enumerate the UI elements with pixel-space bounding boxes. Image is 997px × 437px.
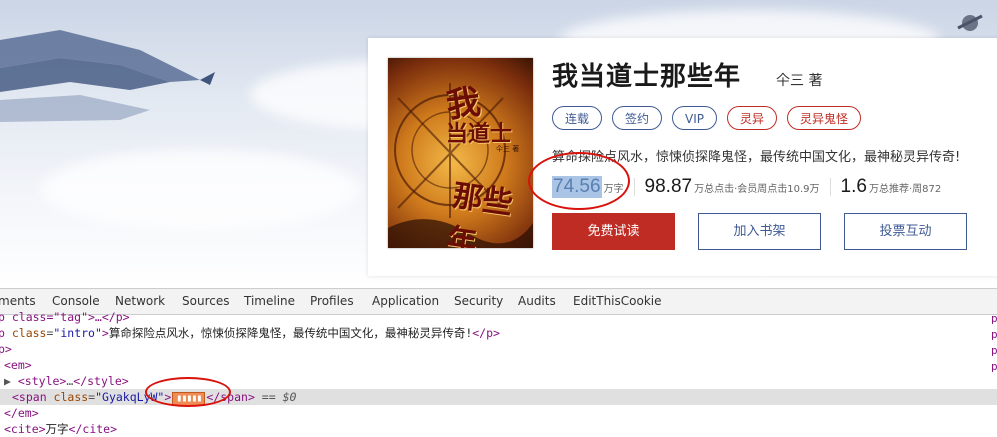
dom-text-node: 万字: [45, 422, 69, 436]
total-clicks-unit: 万总点击·会员周点击10.9万: [694, 184, 820, 195]
free-read-button[interactable]: 免费试读: [552, 213, 675, 250]
tab-timeline[interactable]: Timeline: [244, 294, 295, 308]
tab-profiles[interactable]: Profiles: [310, 294, 354, 308]
tab-editthiscookie[interactable]: EditThisCookie: [573, 294, 662, 308]
book-cover-image[interactable]: 我 当道士 那些年 仐三 著: [388, 58, 533, 248]
tab-network[interactable]: Network: [115, 294, 165, 308]
book-author[interactable]: 仐三 著: [776, 70, 822, 90]
console-ref: == $0: [254, 390, 297, 404]
dom-tag: <cite>: [4, 422, 46, 436]
tab-application[interactable]: Application: [372, 294, 439, 308]
devtools-panel: ments Console Network Sources Timeline P…: [0, 288, 997, 436]
styles-pane-edge: p: [991, 312, 997, 325]
dom-tag: <style>: [17, 374, 67, 388]
dom-tag: </p>: [472, 326, 500, 340]
banner-cloud: [40, 150, 360, 230]
dom-line[interactable]: p class="intro">算命探险点风水，惊悚侦探降鬼怪，最传统中国文化，…: [0, 325, 500, 341]
annotation-circle: [145, 377, 231, 407]
dom-line[interactable]: ▶ <style>…</style>: [4, 373, 129, 389]
book-tags: 连载 签约 VIP 灵异 灵异鬼怪: [552, 106, 862, 130]
dom-attr-value: "intro": [53, 326, 102, 340]
tag-signed[interactable]: 签约: [612, 106, 663, 130]
dom-tag: <em>: [4, 358, 32, 372]
dom-tag: p: [0, 326, 5, 340]
styles-pane-edge: p: [991, 344, 997, 357]
dom-tag: </style>: [73, 374, 129, 388]
recommend-unit: 万总推荐·周872: [868, 184, 942, 195]
dom-text-node: 算命探险点风水，惊悚侦探降鬼怪，最传统中国文化，最神秘灵异传奇!: [108, 326, 473, 340]
dom-attr-name: class: [53, 390, 89, 404]
tab-sources[interactable]: Sources: [182, 294, 229, 308]
cover-title-chars: 那些年: [444, 178, 515, 248]
cover-author: 仐三 著: [496, 145, 520, 153]
dom-tag: <span: [12, 390, 54, 404]
book-title: 我当道士那些年: [552, 62, 742, 92]
add-to-shelf-button[interactable]: 加入书架: [698, 213, 821, 250]
action-buttons: 免费试读 加入书架 投票互动: [552, 213, 967, 250]
tab-audits[interactable]: Audits: [518, 294, 556, 308]
devtools-tab-bar: ments Console Network Sources Timeline P…: [0, 288, 997, 315]
tag-supernatural[interactable]: 灵异: [727, 106, 778, 130]
recommend-value: 1.6: [840, 176, 867, 197]
palace-roof-illustration: [0, 30, 215, 122]
dom-line[interactable]: <cite>万字</cite>: [4, 421, 117, 437]
dom-line[interactable]: p>: [0, 341, 12, 357]
dom-tag: </cite>: [68, 422, 118, 436]
dom-line[interactable]: <em>: [4, 357, 32, 373]
dom-line[interactable]: </em>: [4, 405, 39, 421]
dom-attr-name: class: [11, 326, 47, 340]
styles-pane-edge: p: [991, 328, 997, 341]
book-info-card: 我 当道士 那些年 仐三 著 我当道士那些年 仐三 著 连载 签约 VIP 灵异…: [368, 38, 997, 276]
expand-triangle-icon[interactable]: ▶: [4, 374, 11, 388]
tag-supernatural-ghost[interactable]: 灵异鬼怪: [787, 106, 862, 130]
dom-tag: </em>: [4, 406, 39, 420]
styles-pane-edge: p: [991, 360, 997, 373]
dom-node-text: p class="tag">…</p>: [0, 310, 130, 324]
dom-line[interactable]: p class="tag">…</p>: [0, 309, 130, 325]
tab-console[interactable]: Console: [52, 294, 100, 308]
tab-elements[interactable]: ments: [0, 294, 36, 308]
dom-tree: p class="tag">…</p> p class="intro">算命探险…: [0, 310, 997, 437]
tag-serializing[interactable]: 连载: [552, 106, 603, 130]
stat-divider: [633, 178, 635, 196]
tag-vip[interactable]: VIP: [672, 106, 718, 130]
stat-divider: [829, 178, 831, 196]
tab-security[interactable]: Security: [454, 294, 503, 308]
vote-button[interactable]: 投票互动: [844, 213, 967, 250]
hanging-ornament-icon: [957, 14, 983, 31]
annotation-circle: [528, 152, 630, 210]
dom-tag: p>: [0, 342, 12, 356]
total-clicks-value: 98.87: [644, 176, 693, 197]
